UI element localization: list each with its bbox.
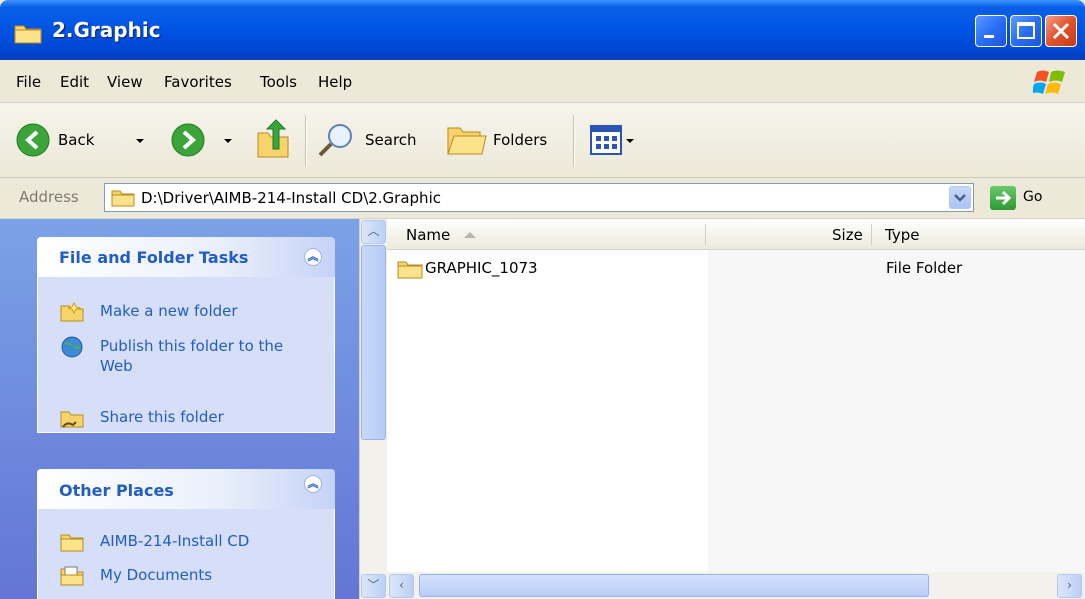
scroll-down-button[interactable]: ﹀ <box>361 574 386 598</box>
folder-icon <box>60 534 84 552</box>
address-dropdown-button[interactable] <box>949 186 971 209</box>
forward-dropdown-icon[interactable] <box>224 139 232 143</box>
search-button[interactable]: Search <box>365 131 417 149</box>
list-header: Name Size Type <box>387 219 1085 250</box>
table-row[interactable]: GRAPHIC_1073 File Folder <box>387 257 1085 281</box>
explorer-window: 2.Graphic File Edit View Favorites Tools… <box>0 0 1085 599</box>
column-header-name[interactable]: Name <box>406 226 450 244</box>
chevron-down-icon <box>954 194 966 202</box>
menu-file[interactable]: File <box>16 73 41 91</box>
column-header-size[interactable]: Size <box>832 226 863 244</box>
back-arrow-icon[interactable] <box>15 122 51 158</box>
file-name[interactable]: GRAPHIC_1073 <box>425 259 538 277</box>
menu-view[interactable]: View <box>107 73 143 91</box>
my-documents-icon <box>60 566 84 586</box>
scroll-right-button[interactable]: › <box>1057 574 1082 598</box>
maximize-button[interactable] <box>1010 15 1042 47</box>
views-dropdown-icon[interactable] <box>626 139 634 143</box>
share-folder-icon <box>60 411 84 428</box>
new-folder-icon <box>60 301 84 322</box>
scroll-thumb[interactable] <box>419 574 929 597</box>
panel-body: Make a new folder Publish this folder to… <box>37 277 335 433</box>
minimize-button[interactable] <box>975 15 1007 47</box>
column-divider[interactable] <box>871 224 872 245</box>
address-input[interactable]: D:\Driver\AIMB-214-Install CD\2.Graphic <box>104 183 974 212</box>
window-title: 2.Graphic <box>52 18 161 42</box>
address-label: Address <box>19 188 79 206</box>
file-list[interactable]: Name Size Type GRAPHIC_1073 File Folder <box>387 219 1085 599</box>
file-folder-tasks-panel: File and Folder Tasks ︽ Make a new folde… <box>37 237 335 433</box>
menu-edit[interactable]: Edit <box>60 73 89 91</box>
search-icon[interactable] <box>316 121 358 161</box>
panel-header[interactable]: File and Folder Tasks ︽ <box>37 237 335 277</box>
menu-tools[interactable]: Tools <box>260 73 297 91</box>
scroll-left-button[interactable]: ‹ <box>389 574 414 598</box>
task-pane: File and Folder Tasks ︽ Make a new folde… <box>0 219 359 599</box>
folder-icon <box>397 261 423 279</box>
panel-body: AIMB-214-Install CD My Documents <box>37 509 335 599</box>
globe-icon <box>61 336 83 358</box>
views-icon[interactable] <box>590 125 622 155</box>
menu-bar: File Edit View Favorites Tools Help <box>0 60 1085 103</box>
menu-help[interactable]: Help <box>318 73 352 91</box>
toolbar-separator <box>305 115 306 167</box>
other-places-panel: Other Places ︽ AIMB-214-Install CD My Do… <box>37 469 335 599</box>
up-folder-icon[interactable] <box>256 119 290 159</box>
folders-button[interactable]: Folders <box>493 131 547 149</box>
panel-title[interactable]: Other Places <box>59 481 174 500</box>
toolbar: Back Search Folders <box>0 103 1085 178</box>
close-button[interactable] <box>1045 15 1077 47</box>
scroll-thumb[interactable] <box>361 245 386 440</box>
forward-arrow-icon[interactable] <box>170 122 206 158</box>
panel-title[interactable]: File and Folder Tasks <box>59 248 248 267</box>
back-button[interactable]: Back <box>58 131 94 149</box>
go-arrow-icon[interactable] <box>990 186 1016 210</box>
address-bar: Address D:\Driver\AIMB-214-Install CD\2.… <box>0 178 1085 219</box>
windows-logo-icon <box>1033 70 1065 94</box>
toolbar-separator <box>573 115 574 167</box>
file-type: File Folder <box>886 259 963 277</box>
address-path[interactable]: D:\Driver\AIMB-214-Install CD\2.Graphic <box>141 189 441 207</box>
panel-header[interactable]: Other Places ︽ <box>37 469 335 509</box>
file-list-hscrollbar[interactable]: ‹ › <box>387 572 1085 599</box>
folder-icon <box>111 190 135 207</box>
folder-icon <box>14 22 42 48</box>
sort-column-highlight <box>708 249 1085 597</box>
scroll-up-button[interactable]: ︿ <box>361 220 386 244</box>
folders-icon[interactable] <box>446 122 488 158</box>
collapse-icon[interactable]: ︽ <box>304 475 322 493</box>
collapse-icon[interactable]: ︽ <box>304 248 322 266</box>
back-dropdown-icon[interactable] <box>136 139 144 143</box>
column-header-type[interactable]: Type <box>885 226 919 244</box>
task-pane-scrollbar[interactable]: ︿ ﹀ <box>359 219 387 599</box>
title-bar[interactable]: 2.Graphic <box>0 0 1085 60</box>
sort-ascending-icon <box>464 232 476 238</box>
column-divider[interactable] <box>705 224 706 245</box>
menu-favorites[interactable]: Favorites <box>164 73 232 91</box>
go-button[interactable]: Go <box>1023 189 1042 205</box>
